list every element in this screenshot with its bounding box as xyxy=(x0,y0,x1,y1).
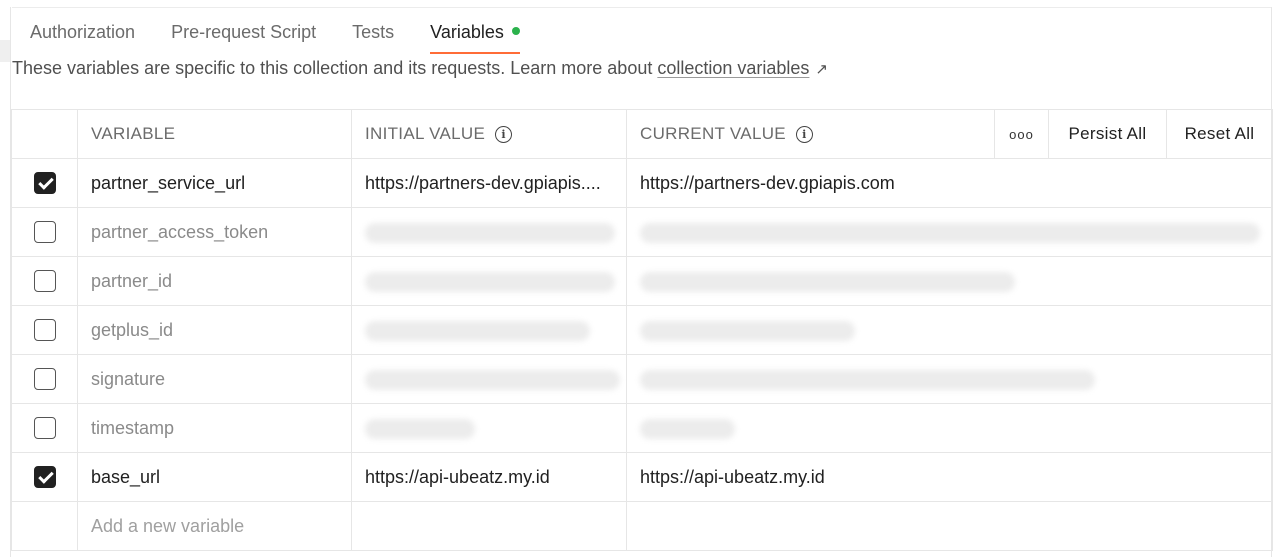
reset-all-button[interactable]: Reset All xyxy=(1166,109,1273,159)
table-row: base_url https://api-ubeatz.my.id https:… xyxy=(11,452,1273,502)
table-row: signature xyxy=(11,354,1273,404)
table-row: partner_service_url https://partners-dev… xyxy=(11,158,1273,208)
tab-variables[interactable]: Variables xyxy=(430,20,520,54)
initial-value-cell[interactable]: https://partners-dev.gpiapis.... xyxy=(351,158,627,208)
description-text: These variables are specific to this col… xyxy=(12,58,658,78)
add-variable-row: Add a new variable xyxy=(11,501,1273,551)
tab-variables-label: Variables xyxy=(430,22,504,42)
enabled-checkbox[interactable] xyxy=(33,417,56,440)
current-value-cell[interactable] xyxy=(626,403,1273,453)
redacted-value xyxy=(365,320,590,341)
redacted-value xyxy=(365,222,615,243)
tab-authorization[interactable]: Authorization xyxy=(30,20,135,54)
persist-all-button[interactable]: Persist All xyxy=(1048,109,1167,159)
current-value-cell[interactable] xyxy=(626,354,1273,404)
external-link-arrow-icon: ↗ xyxy=(815,61,828,78)
variable-name-cell[interactable]: signature xyxy=(77,354,352,404)
collection-variables-link[interactable]: collection variables xyxy=(657,58,809,78)
header-variable: VARIABLE xyxy=(77,109,352,159)
table-header-row: VARIABLE INITIAL VALUE i CURRENT VALUE i o… xyxy=(11,109,1273,159)
redacted-value xyxy=(640,369,1095,390)
add-new-variable-input[interactable]: Add a new variable xyxy=(77,501,352,551)
initial-value-cell[interactable] xyxy=(351,305,627,355)
variable-name-cell[interactable]: timestamp xyxy=(77,403,352,453)
row-checkbox-cell xyxy=(11,207,78,257)
enabled-checkbox[interactable] xyxy=(33,319,56,342)
variable-name-cell[interactable]: getplus_id xyxy=(77,305,352,355)
table-row: getplus_id xyxy=(11,305,1273,355)
redacted-value xyxy=(640,222,1260,243)
panel-top-border xyxy=(12,7,1272,8)
info-icon[interactable]: i xyxy=(495,126,513,143)
sidebar-edge xyxy=(0,40,10,62)
header-current-value: CURRENT VALUE i xyxy=(626,109,995,159)
variable-name-cell[interactable]: partner_access_token xyxy=(77,207,352,257)
enabled-checkbox[interactable] xyxy=(33,172,56,195)
enabled-checkbox[interactable] xyxy=(33,368,56,391)
initial-value-cell[interactable] xyxy=(351,354,627,404)
redacted-value xyxy=(365,369,620,390)
enabled-checkbox[interactable] xyxy=(33,466,56,489)
row-checkbox-cell xyxy=(11,452,78,502)
variable-name-cell[interactable]: partner_id xyxy=(77,256,352,306)
current-value-cell[interactable] xyxy=(626,501,1273,551)
redacted-value xyxy=(640,271,1015,292)
header-initial-value: INITIAL VALUE i xyxy=(351,109,627,159)
initial-value-cell[interactable] xyxy=(351,403,627,453)
header-checkbox-cell xyxy=(11,109,78,159)
row-checkbox-cell xyxy=(11,354,78,404)
tab-tests[interactable]: Tests xyxy=(352,20,394,54)
variables-description: These variables are specific to this col… xyxy=(12,58,828,79)
initial-value-cell[interactable]: https://api-ubeatz.my.id xyxy=(351,452,627,502)
current-value-cell[interactable] xyxy=(626,256,1273,306)
initial-value-cell[interactable] xyxy=(351,501,627,551)
row-checkbox-cell xyxy=(11,305,78,355)
row-checkbox-cell xyxy=(11,158,78,208)
row-checkbox-cell xyxy=(11,501,78,551)
variable-name-cell[interactable]: partner_service_url xyxy=(77,158,352,208)
row-checkbox-cell xyxy=(11,403,78,453)
current-value-cell[interactable] xyxy=(626,305,1273,355)
redacted-value xyxy=(365,418,475,439)
variable-name-cell[interactable]: base_url xyxy=(77,452,352,502)
collection-tabs: Authorization Pre-request Script Tests V… xyxy=(30,20,520,54)
more-actions-button[interactable]: ooo xyxy=(994,109,1049,159)
tab-pre-request-script[interactable]: Pre-request Script xyxy=(171,20,316,54)
current-value-cell[interactable]: https://partners-dev.gpiapis.com xyxy=(626,158,1273,208)
initial-value-cell[interactable] xyxy=(351,256,627,306)
info-icon[interactable]: i xyxy=(795,126,813,143)
enabled-checkbox[interactable] xyxy=(33,270,56,293)
row-checkbox-cell xyxy=(11,256,78,306)
redacted-value xyxy=(365,271,615,292)
enabled-checkbox[interactable] xyxy=(33,221,56,244)
redacted-value xyxy=(640,320,855,341)
initial-value-cell[interactable] xyxy=(351,207,627,257)
variables-table: VARIABLE INITIAL VALUE i CURRENT VALUE i o… xyxy=(11,109,1273,551)
current-value-cell[interactable] xyxy=(626,207,1273,257)
current-value-cell[interactable]: https://api-ubeatz.my.id xyxy=(626,452,1273,502)
table-row: partner_id xyxy=(11,256,1273,306)
table-row: partner_access_token xyxy=(11,207,1273,257)
redacted-value xyxy=(640,418,735,439)
unsaved-changes-dot xyxy=(511,27,520,35)
table-row: timestamp xyxy=(11,403,1273,453)
more-horizontal-icon: ooo xyxy=(1009,127,1034,142)
